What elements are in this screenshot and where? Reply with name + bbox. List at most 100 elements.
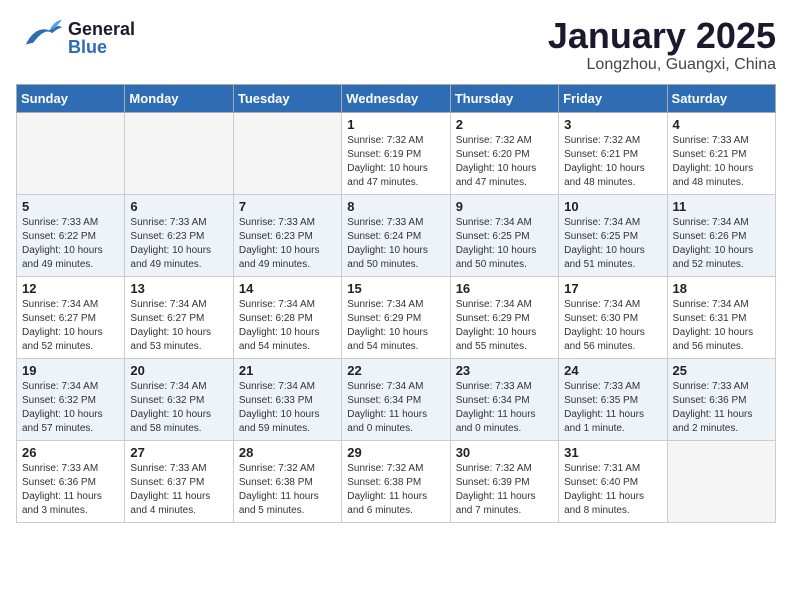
day-number: 1	[347, 117, 444, 132]
logo-label: General Blue	[68, 20, 135, 56]
day-number: 4	[673, 117, 770, 132]
day-number: 3	[564, 117, 661, 132]
day-number: 8	[347, 199, 444, 214]
calendar-week-row: 12 Sunrise: 7:34 AM Sunset: 6:27 PM Dayli…	[17, 276, 776, 358]
calendar-day-cell: 6Sunrise: 7:33 AM Sunset: 6:23 PM Daylig…	[125, 194, 233, 276]
logo-icon	[16, 16, 64, 59]
day-info: Sunrise: 7:33 AM Sunset: 6:36 PM Dayligh…	[22, 462, 119, 518]
calendar-day-cell: 15 Sunrise: 7:34 AM Sunset: 6:29 PM Dayli…	[342, 276, 450, 358]
calendar-weekday-header: Thursday	[450, 84, 558, 112]
day-number: 31	[564, 445, 661, 460]
calendar-day-cell: 25Sunrise: 7:33 AM Sunset: 6:36 PM Dayli…	[667, 358, 775, 440]
day-info: Sunrise: 7:34 AM Sunset: 6:34 PM Dayligh…	[347, 380, 444, 436]
calendar-day-cell: 16Sunrise: 7:34 AM Sunset: 6:29 PM Dayli…	[450, 276, 558, 358]
calendar-day-cell: 19 Sunrise: 7:34 AM Sunset: 6:32 PM Dayli…	[17, 358, 125, 440]
day-number: 14	[239, 281, 336, 296]
day-info: Sunrise: 7:32 AM Sunset: 6:39 PM Dayligh…	[456, 462, 553, 518]
day-number: 12	[22, 281, 119, 296]
calendar-weekday-header: Tuesday	[233, 84, 341, 112]
calendar-day-cell: 18 Sunrise: 7:34 AM Sunset: 6:31 PM Dayli…	[667, 276, 775, 358]
day-info: Sunrise: 7:32 AM Sunset: 6:38 PM Dayligh…	[239, 462, 336, 518]
day-info: Sunrise: 7:31 AM Sunset: 6:40 PM Dayligh…	[564, 462, 661, 518]
calendar-subtitle: Longzhou, Guangxi, China	[548, 56, 776, 74]
calendar-day-cell	[125, 112, 233, 194]
day-number: 13	[130, 281, 227, 296]
day-info: Sunrise: 7:32 AM Sunset: 6:20 PM Dayligh…	[456, 134, 553, 190]
day-number: 18	[673, 281, 770, 296]
day-info: Sunrise: 7:33 AM Sunset: 6:37 PM Dayligh…	[130, 462, 227, 518]
calendar-day-cell: 23Sunrise: 7:33 AM Sunset: 6:34 PM Dayli…	[450, 358, 558, 440]
calendar-weekday-header: Friday	[559, 84, 667, 112]
calendar-day-cell	[667, 440, 775, 522]
day-info: Sunrise: 7:34 AM Sunset: 6:25 PM Dayligh…	[564, 216, 661, 272]
calendar-day-cell	[17, 112, 125, 194]
calendar-body: 1 Sunrise: 7:32 AM Sunset: 6:19 PM Daylig…	[17, 112, 776, 522]
day-info: Sunrise: 7:34 AM Sunset: 6:30 PM Dayligh…	[564, 298, 661, 354]
calendar-day-cell: 27 Sunrise: 7:33 AM Sunset: 6:37 PM Dayli…	[125, 440, 233, 522]
calendar-week-row: 5 Sunrise: 7:33 AM Sunset: 6:22 PM Daylig…	[17, 194, 776, 276]
day-number: 7	[239, 199, 336, 214]
day-info: Sunrise: 7:34 AM Sunset: 6:27 PM Dayligh…	[130, 298, 227, 354]
day-info: Sunrise: 7:34 AM Sunset: 6:27 PM Dayligh…	[22, 298, 119, 354]
calendar-day-cell: 29Sunrise: 7:32 AM Sunset: 6:38 PM Dayli…	[342, 440, 450, 522]
day-number: 24	[564, 363, 661, 378]
day-number: 21	[239, 363, 336, 378]
calendar-week-row: 19 Sunrise: 7:34 AM Sunset: 6:32 PM Dayli…	[17, 358, 776, 440]
day-number: 2	[456, 117, 553, 132]
day-info: Sunrise: 7:34 AM Sunset: 6:25 PM Dayligh…	[456, 216, 553, 272]
calendar-day-cell	[233, 112, 341, 194]
day-number: 28	[239, 445, 336, 460]
day-info: Sunrise: 7:33 AM Sunset: 6:24 PM Dayligh…	[347, 216, 444, 272]
calendar-header-row: SundayMondayTuesdayWednesdayThursdayFrid…	[17, 84, 776, 112]
day-number: 5	[22, 199, 119, 214]
day-info: Sunrise: 7:34 AM Sunset: 6:32 PM Dayligh…	[22, 380, 119, 436]
calendar-weekday-header: Sunday	[17, 84, 125, 112]
calendar-day-cell: 10 Sunrise: 7:34 AM Sunset: 6:25 PM Dayli…	[559, 194, 667, 276]
calendar-day-cell: 28 Sunrise: 7:32 AM Sunset: 6:38 PM Dayli…	[233, 440, 341, 522]
day-number: 19	[22, 363, 119, 378]
day-number: 20	[130, 363, 227, 378]
day-number: 11	[673, 199, 770, 214]
calendar-day-cell: 1 Sunrise: 7:32 AM Sunset: 6:19 PM Daylig…	[342, 112, 450, 194]
calendar-weekday-header: Wednesday	[342, 84, 450, 112]
day-info: Sunrise: 7:34 AM Sunset: 6:29 PM Dayligh…	[347, 298, 444, 354]
day-number: 15	[347, 281, 444, 296]
calendar-day-cell: 14 Sunrise: 7:34 AM Sunset: 6:28 PM Dayli…	[233, 276, 341, 358]
day-info: Sunrise: 7:32 AM Sunset: 6:19 PM Dayligh…	[347, 134, 444, 190]
calendar-day-cell: 5 Sunrise: 7:33 AM Sunset: 6:22 PM Daylig…	[17, 194, 125, 276]
calendar-day-cell: 26Sunrise: 7:33 AM Sunset: 6:36 PM Dayli…	[17, 440, 125, 522]
calendar-weekday-header: Saturday	[667, 84, 775, 112]
calendar-day-cell: 24 Sunrise: 7:33 AM Sunset: 6:35 PM Dayli…	[559, 358, 667, 440]
calendar-week-row: 1 Sunrise: 7:32 AM Sunset: 6:19 PM Daylig…	[17, 112, 776, 194]
day-info: Sunrise: 7:34 AM Sunset: 6:28 PM Dayligh…	[239, 298, 336, 354]
calendar-title: January 2025	[548, 16, 776, 56]
calendar-day-cell: 31 Sunrise: 7:31 AM Sunset: 6:40 PM Dayli…	[559, 440, 667, 522]
day-info: Sunrise: 7:34 AM Sunset: 6:33 PM Dayligh…	[239, 380, 336, 436]
day-info: Sunrise: 7:34 AM Sunset: 6:29 PM Dayligh…	[456, 298, 553, 354]
calendar-table: SundayMondayTuesdayWednesdayThursdayFrid…	[16, 84, 776, 523]
day-number: 22	[347, 363, 444, 378]
calendar-day-cell: 17Sunrise: 7:34 AM Sunset: 6:30 PM Dayli…	[559, 276, 667, 358]
calendar-day-cell: 9Sunrise: 7:34 AM Sunset: 6:25 PM Daylig…	[450, 194, 558, 276]
logo-general-text: General	[68, 20, 135, 38]
day-info: Sunrise: 7:33 AM Sunset: 6:21 PM Dayligh…	[673, 134, 770, 190]
day-info: Sunrise: 7:33 AM Sunset: 6:23 PM Dayligh…	[239, 216, 336, 272]
day-info: Sunrise: 7:33 AM Sunset: 6:35 PM Dayligh…	[564, 380, 661, 436]
calendar-day-cell: 11 Sunrise: 7:34 AM Sunset: 6:26 PM Dayli…	[667, 194, 775, 276]
page-header: General Blue January 2025 Longzhou, Guan…	[16, 16, 776, 74]
calendar-day-cell: 8 Sunrise: 7:33 AM Sunset: 6:24 PM Daylig…	[342, 194, 450, 276]
day-info: Sunrise: 7:32 AM Sunset: 6:21 PM Dayligh…	[564, 134, 661, 190]
day-number: 25	[673, 363, 770, 378]
calendar-weekday-header: Monday	[125, 84, 233, 112]
day-number: 10	[564, 199, 661, 214]
day-info: Sunrise: 7:33 AM Sunset: 6:23 PM Dayligh…	[130, 216, 227, 272]
calendar-day-cell: 13 Sunrise: 7:34 AM Sunset: 6:27 PM Dayli…	[125, 276, 233, 358]
calendar-day-cell: 3 Sunrise: 7:32 AM Sunset: 6:21 PM Daylig…	[559, 112, 667, 194]
day-info: Sunrise: 7:34 AM Sunset: 6:26 PM Dayligh…	[673, 216, 770, 272]
day-info: Sunrise: 7:32 AM Sunset: 6:38 PM Dayligh…	[347, 462, 444, 518]
day-info: Sunrise: 7:33 AM Sunset: 6:22 PM Dayligh…	[22, 216, 119, 272]
calendar-day-cell: 12 Sunrise: 7:34 AM Sunset: 6:27 PM Dayli…	[17, 276, 125, 358]
day-info: Sunrise: 7:34 AM Sunset: 6:31 PM Dayligh…	[673, 298, 770, 354]
calendar-day-cell: 4 Sunrise: 7:33 AM Sunset: 6:21 PM Daylig…	[667, 112, 775, 194]
day-number: 27	[130, 445, 227, 460]
